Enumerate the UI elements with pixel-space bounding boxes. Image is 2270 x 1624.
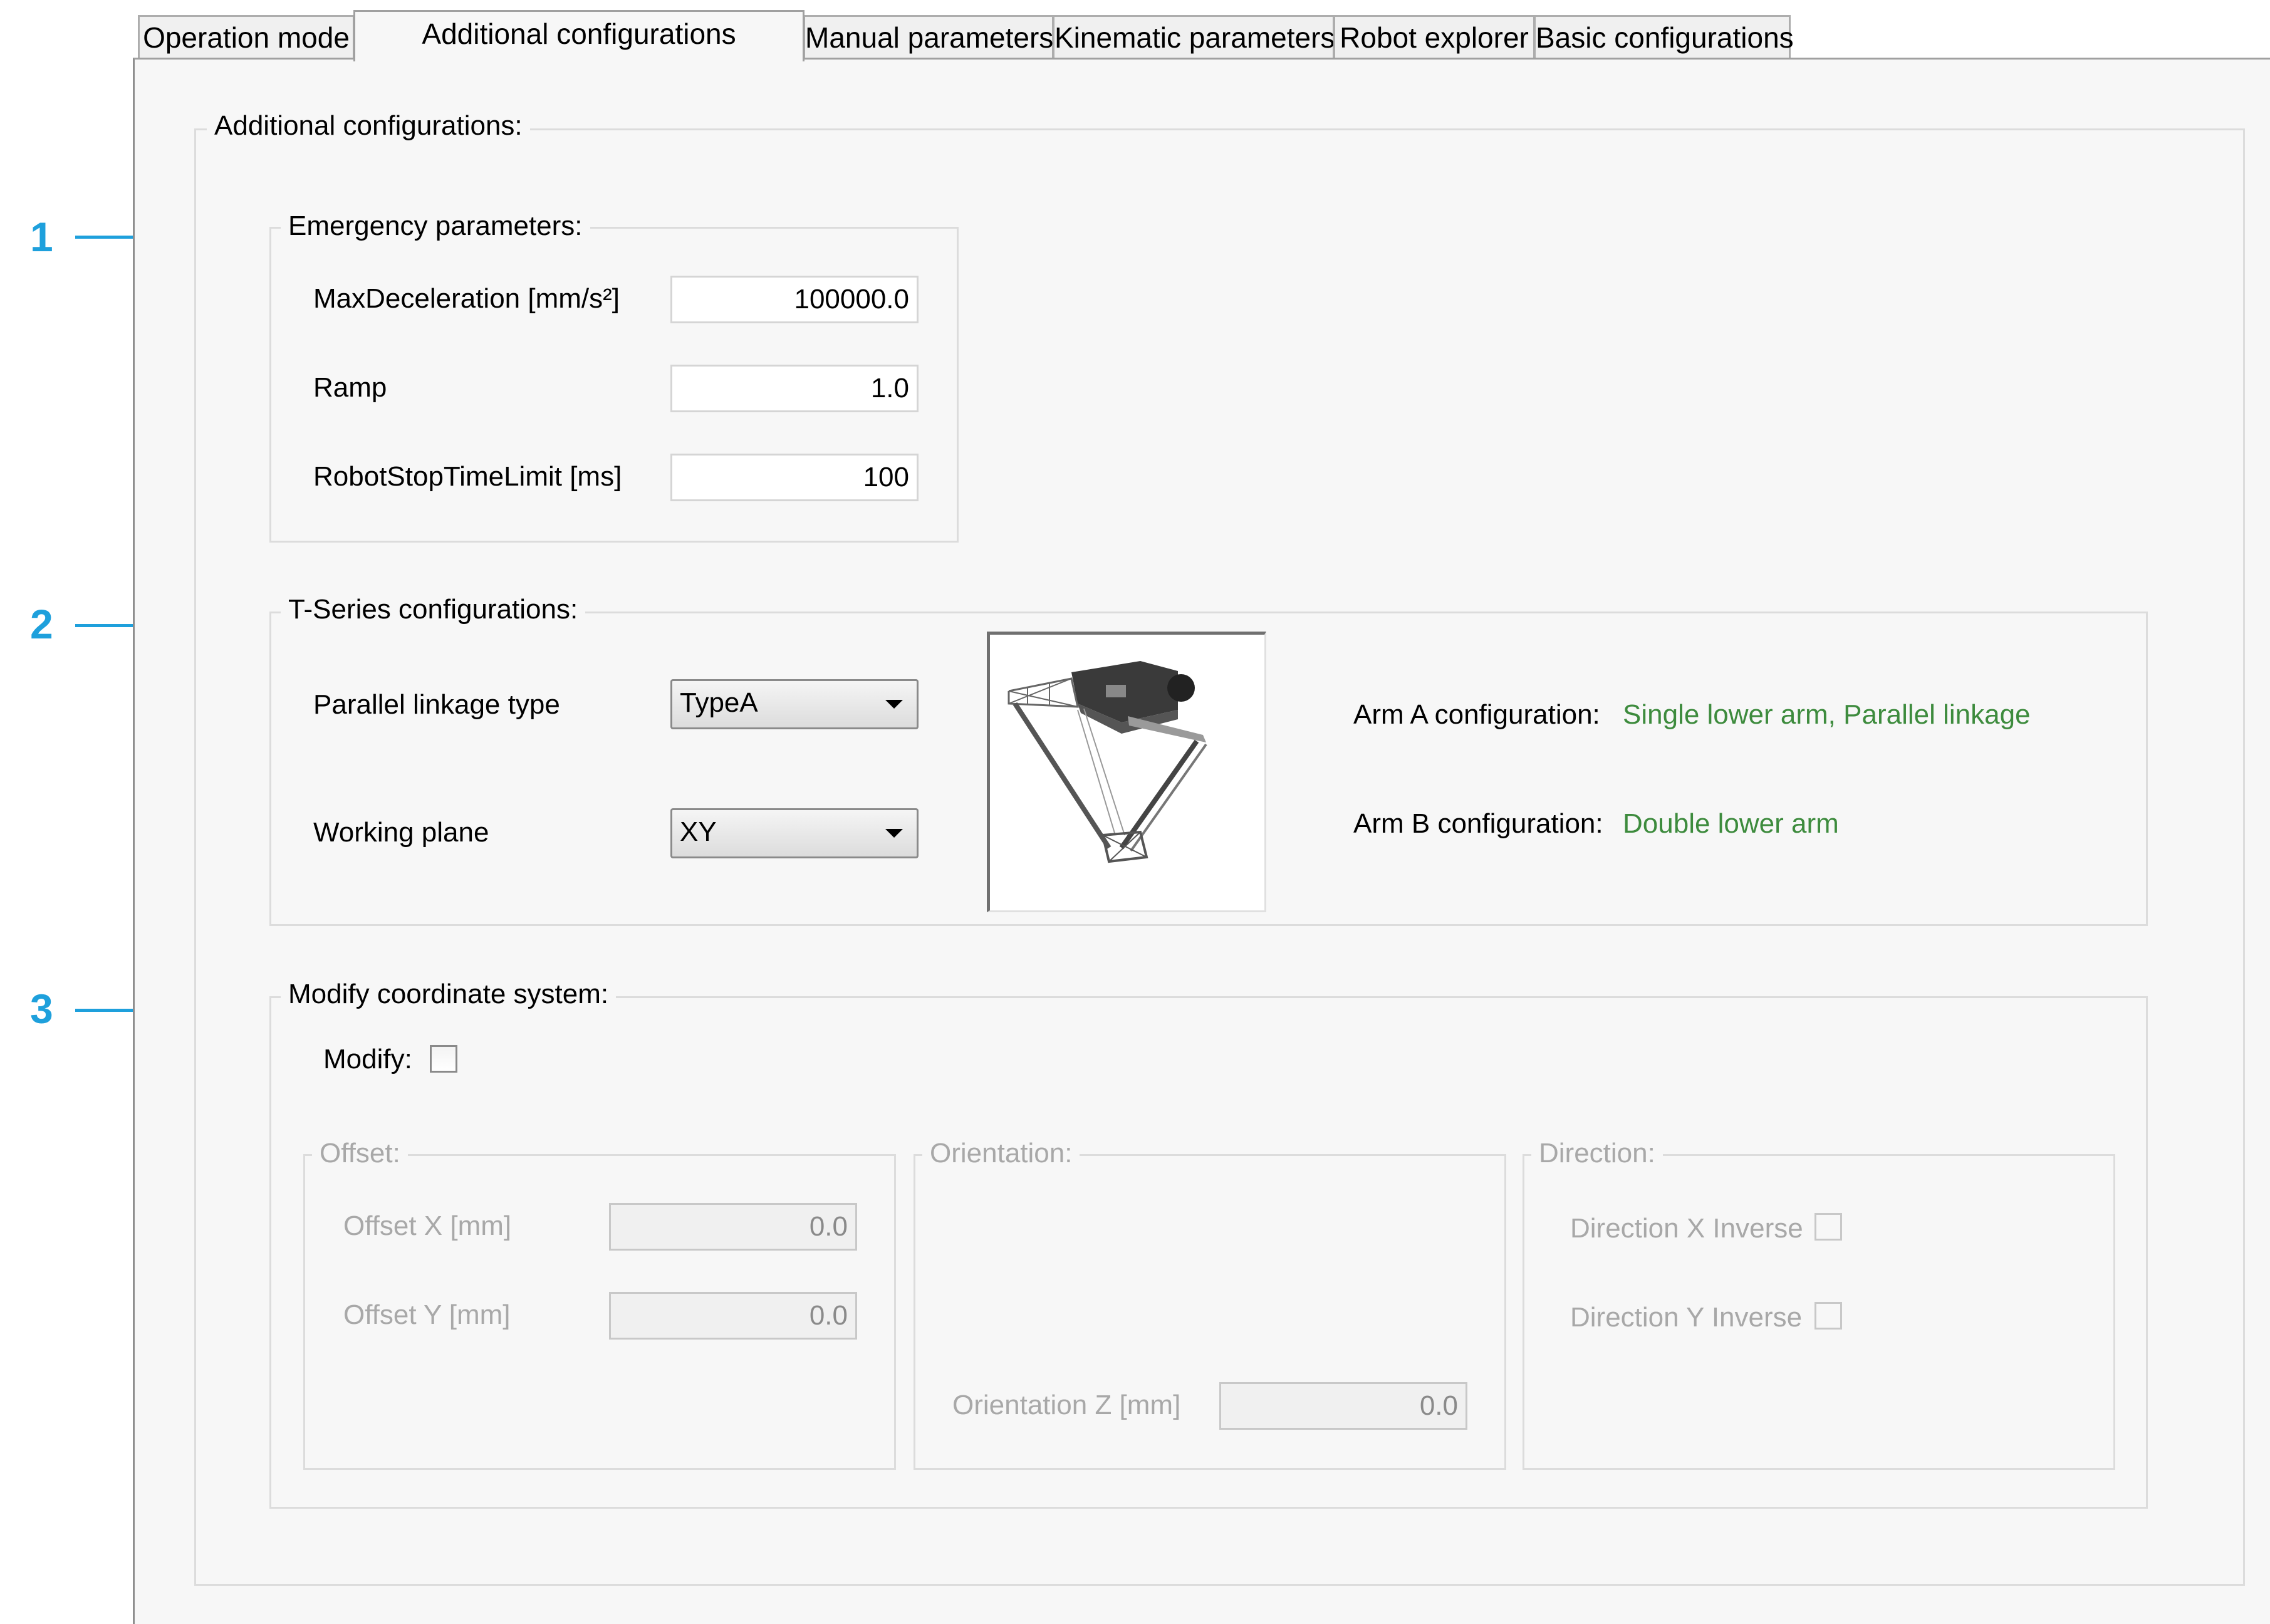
tab-kinematic-parameters[interactable]: Kinematic parameters bbox=[1053, 15, 1335, 59]
offset-y-input[interactable]: 0.0 bbox=[609, 1292, 857, 1340]
direction-title: Direction: bbox=[1531, 1138, 1663, 1169]
delta-robot-icon bbox=[1007, 661, 1207, 863]
arm-a-configuration-value: Single lower arm, Parallel linkage bbox=[1623, 699, 2031, 730]
robot-stop-time-limit-input[interactable]: 100 bbox=[670, 454, 919, 501]
orientation-z-input[interactable]: 0.0 bbox=[1219, 1382, 1467, 1430]
modify-label: Modify: bbox=[323, 1044, 412, 1075]
arm-a-configuration-label: Arm A configuration: bbox=[1353, 699, 1600, 730]
t-series-configurations-title: T-Series configurations: bbox=[281, 594, 586, 625]
working-plane-label: Working plane bbox=[313, 817, 489, 848]
offset-title: Offset: bbox=[312, 1138, 408, 1169]
offset-x-input[interactable]: 0.0 bbox=[609, 1203, 857, 1251]
chevron-down-icon bbox=[885, 829, 903, 838]
orientation-z-label: Orientation Z [mm] bbox=[952, 1390, 1181, 1420]
working-plane-select[interactable]: XY bbox=[670, 808, 919, 858]
parallel-linkage-type-select[interactable]: TypeA bbox=[670, 679, 919, 729]
direction-x-inverse-label: Direction X Inverse bbox=[1570, 1213, 1803, 1244]
working-plane-value: XY bbox=[680, 816, 717, 847]
tab-strip: Operation mode Additional configurations… bbox=[132, 10, 2270, 61]
callout-2: 2 bbox=[30, 601, 53, 647]
robot-image bbox=[987, 632, 1266, 912]
max-deceleration-label: MaxDeceleration [mm/s²] bbox=[313, 283, 620, 314]
direction-y-inverse-label: Direction Y Inverse bbox=[1570, 1302, 1803, 1333]
offset-y-label: Offset Y [mm] bbox=[343, 1299, 511, 1330]
tab-additional-configurations[interactable]: Additional configurations bbox=[353, 10, 804, 61]
robot-stop-time-limit-label: RobotStopTimeLimit [ms] bbox=[313, 461, 622, 492]
modify-coordinate-system-title: Modify coordinate system: bbox=[281, 979, 617, 1010]
direction-x-inverse-checkbox[interactable] bbox=[1814, 1213, 1842, 1241]
modify-checkbox[interactable] bbox=[430, 1045, 457, 1073]
parallel-linkage-type-label: Parallel linkage type bbox=[313, 689, 560, 720]
arm-b-configuration-label: Arm B configuration: bbox=[1353, 808, 1603, 839]
parallel-linkage-type-value: TypeA bbox=[680, 687, 758, 718]
tab-manual-parameters[interactable]: Manual parameters bbox=[803, 15, 1054, 59]
emergency-parameters-title: Emergency parameters: bbox=[281, 211, 590, 242]
callout-1: 1 bbox=[30, 214, 53, 260]
tab-operation-mode[interactable]: Operation mode bbox=[138, 15, 355, 59]
chevron-down-icon bbox=[885, 700, 903, 709]
callout-3: 3 bbox=[30, 986, 53, 1032]
max-deceleration-input[interactable]: 100000.0 bbox=[670, 276, 919, 323]
tab-basic-configurations[interactable]: Basic configurations bbox=[1534, 15, 1794, 59]
additional-configurations-title: Additional configurations: bbox=[207, 110, 530, 142]
orientation-title: Orientation: bbox=[922, 1138, 1080, 1169]
offset-x-label: Offset X [mm] bbox=[343, 1210, 512, 1241]
direction-y-inverse-checkbox[interactable] bbox=[1814, 1302, 1842, 1330]
ramp-label: Ramp bbox=[313, 372, 387, 403]
ramp-input[interactable]: 1.0 bbox=[670, 365, 919, 412]
arm-b-configuration-value: Double lower arm bbox=[1623, 808, 1839, 839]
tab-robot-explorer[interactable]: Robot explorer bbox=[1333, 15, 1535, 59]
